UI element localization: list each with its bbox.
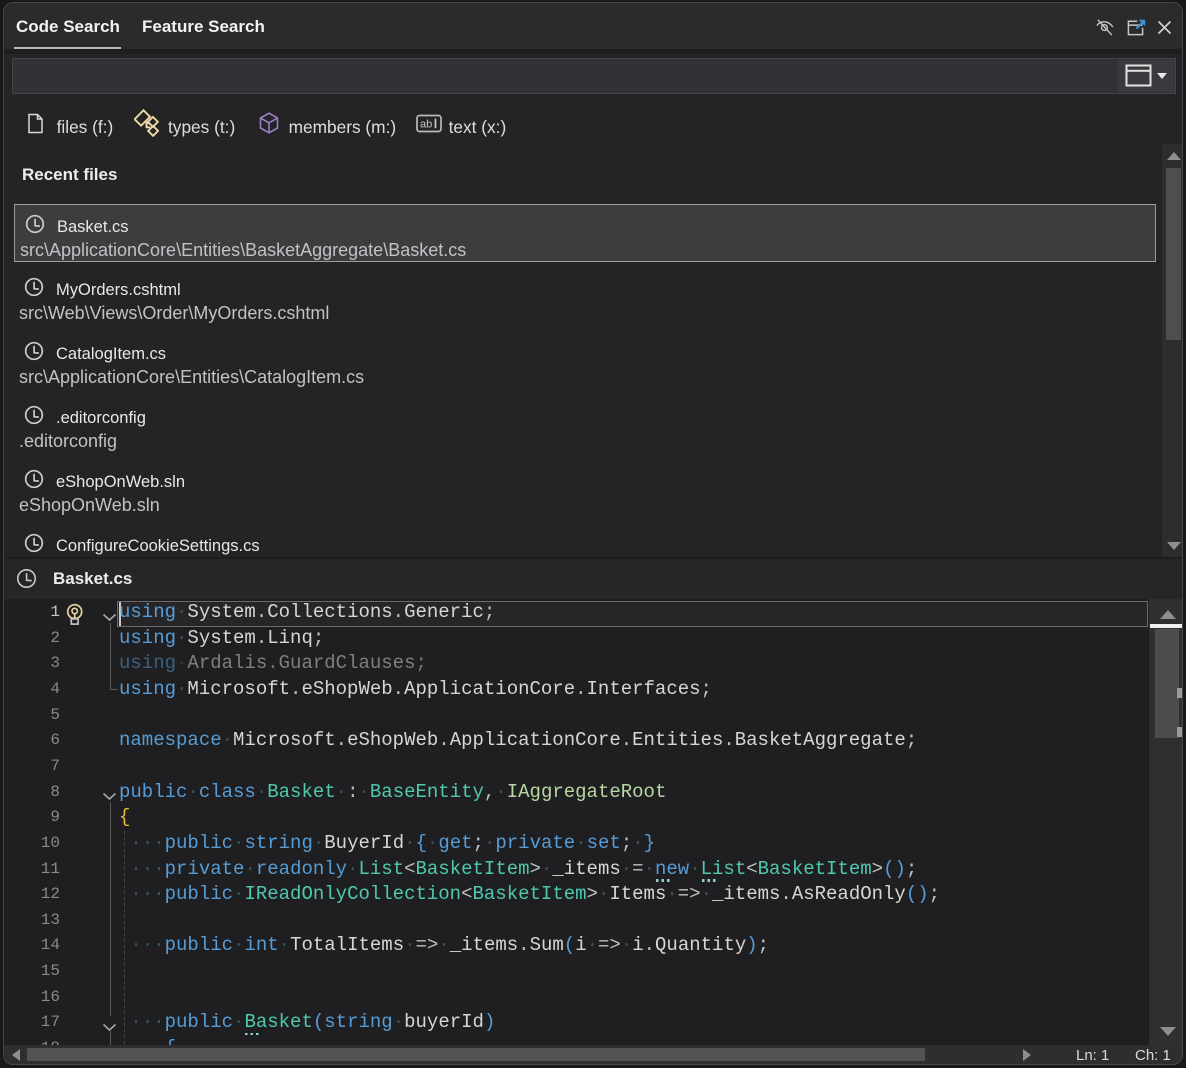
svg-text:ab: ab [420,119,432,131]
